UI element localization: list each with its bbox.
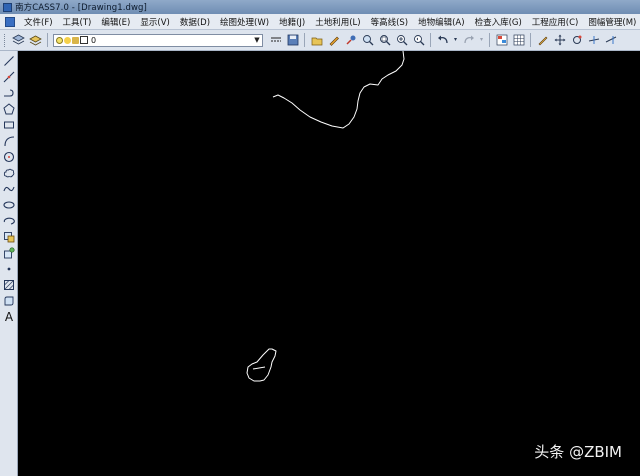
draw-toolbar: A: [0, 51, 18, 476]
match-properties-icon[interactable]: [344, 33, 358, 47]
text-icon[interactable]: A: [2, 310, 16, 324]
line-icon[interactable]: [2, 54, 16, 68]
construction-line-icon[interactable]: [2, 70, 16, 84]
toolbar: 0 ▼ ▾ ▾: [0, 30, 640, 51]
pencil-icon[interactable]: [327, 33, 341, 47]
rotate-icon[interactable]: [570, 33, 584, 47]
menu-sheet-management[interactable]: 图幅管理(M): [583, 16, 640, 28]
zoom-realtime-icon[interactable]: [361, 33, 375, 47]
parcel-polygon[interactable]: [246, 348, 277, 382]
menu-drawing-process[interactable]: 绘图处理(W): [215, 16, 274, 28]
menu-cadastre[interactable]: 地籍(J): [274, 16, 310, 28]
layer-name: 0: [91, 35, 97, 45]
ellipse-icon[interactable]: [2, 198, 16, 212]
document-icon[interactable]: [5, 16, 15, 27]
menu-contours[interactable]: 等高线(S): [366, 16, 414, 28]
watermark: 头条 @ZBIM: [534, 443, 622, 461]
revision-cloud-icon[interactable]: [2, 166, 16, 180]
undo-dropdown-icon[interactable]: ▾: [453, 33, 459, 47]
linetype-icon[interactable]: [269, 33, 283, 47]
color-swatch-icon[interactable]: [80, 36, 88, 44]
redo-icon[interactable]: [462, 33, 476, 47]
zoom-in-icon[interactable]: [395, 33, 409, 47]
move-icon[interactable]: [553, 33, 567, 47]
save-icon[interactable]: [286, 33, 300, 47]
extend-icon[interactable]: [604, 33, 618, 47]
lock-icon[interactable]: [72, 36, 79, 44]
layer-manager-icon[interactable]: [12, 33, 26, 47]
title-bar: 南方CASS7.0 - [Drawing1.dwg]: [0, 0, 640, 14]
toolbar-separator: [304, 33, 305, 47]
insert-block-icon[interactable]: [2, 230, 16, 244]
polygon-icon[interactable]: [2, 102, 16, 116]
parcel-inner-line[interactable]: [252, 366, 266, 370]
menu-data[interactable]: 数据(D): [175, 16, 215, 28]
zoom-window-icon[interactable]: [378, 33, 392, 47]
undo-icon[interactable]: [436, 33, 450, 47]
toolbar-separator: [489, 33, 490, 47]
menu-check-import[interactable]: 检查入库(G): [470, 16, 527, 28]
arc-icon[interactable]: [2, 134, 16, 148]
drawing-canvas[interactable]: [18, 51, 640, 476]
properties-icon[interactable]: [495, 33, 509, 47]
zoom-previous-icon[interactable]: [412, 33, 426, 47]
layer-dropdown[interactable]: 0 ▼: [53, 33, 263, 47]
toolbar-separator: [530, 33, 531, 47]
spline-icon[interactable]: [2, 182, 16, 196]
menu-tools[interactable]: 工具(T): [58, 16, 97, 28]
make-block-icon[interactable]: [2, 246, 16, 260]
menu-edit[interactable]: 编辑(E): [96, 16, 135, 28]
rectangle-icon[interactable]: [2, 118, 16, 132]
drawing-svg: [246, 51, 405, 382]
region-icon[interactable]: [2, 294, 16, 308]
menu-feature-edit[interactable]: 地物编辑(A): [413, 16, 469, 28]
sun-icon[interactable]: [64, 36, 71, 44]
lightbulb-icon[interactable]: [56, 36, 63, 44]
trim-icon[interactable]: [587, 33, 601, 47]
chevron-down-icon[interactable]: ▼: [252, 36, 262, 44]
menu-bar: 文件(F) 工具(T) 编辑(E) 显示(V) 数据(D) 绘图处理(W) 地籍…: [0, 14, 640, 30]
grid-table-icon[interactable]: [512, 33, 526, 47]
open-folder-icon[interactable]: [310, 33, 324, 47]
toolbar-separator: [47, 33, 48, 47]
boundary-polyline[interactable]: [272, 51, 405, 129]
draw-pen-icon[interactable]: [536, 33, 550, 47]
cass-app-icon: [3, 2, 12, 12]
polyline-icon[interactable]: [2, 86, 16, 100]
hatch-icon[interactable]: [2, 278, 16, 292]
menu-land-use[interactable]: 土地利用(L): [310, 16, 365, 28]
menu-file[interactable]: 文件(F): [19, 16, 58, 28]
toolbar-separator: [430, 33, 431, 47]
window-title: 南方CASS7.0 - [Drawing1.dwg]: [15, 3, 147, 13]
point-icon[interactable]: [2, 262, 16, 276]
redo-dropdown-icon[interactable]: ▾: [479, 33, 485, 47]
circle-icon[interactable]: [2, 150, 16, 164]
ellipse-arc-icon[interactable]: [2, 214, 16, 228]
menu-view[interactable]: 显示(V): [135, 16, 174, 28]
layer-state-icon[interactable]: [29, 33, 43, 47]
menu-engineering[interactable]: 工程应用(C): [527, 16, 584, 28]
toolbar-grip[interactable]: [4, 33, 7, 47]
